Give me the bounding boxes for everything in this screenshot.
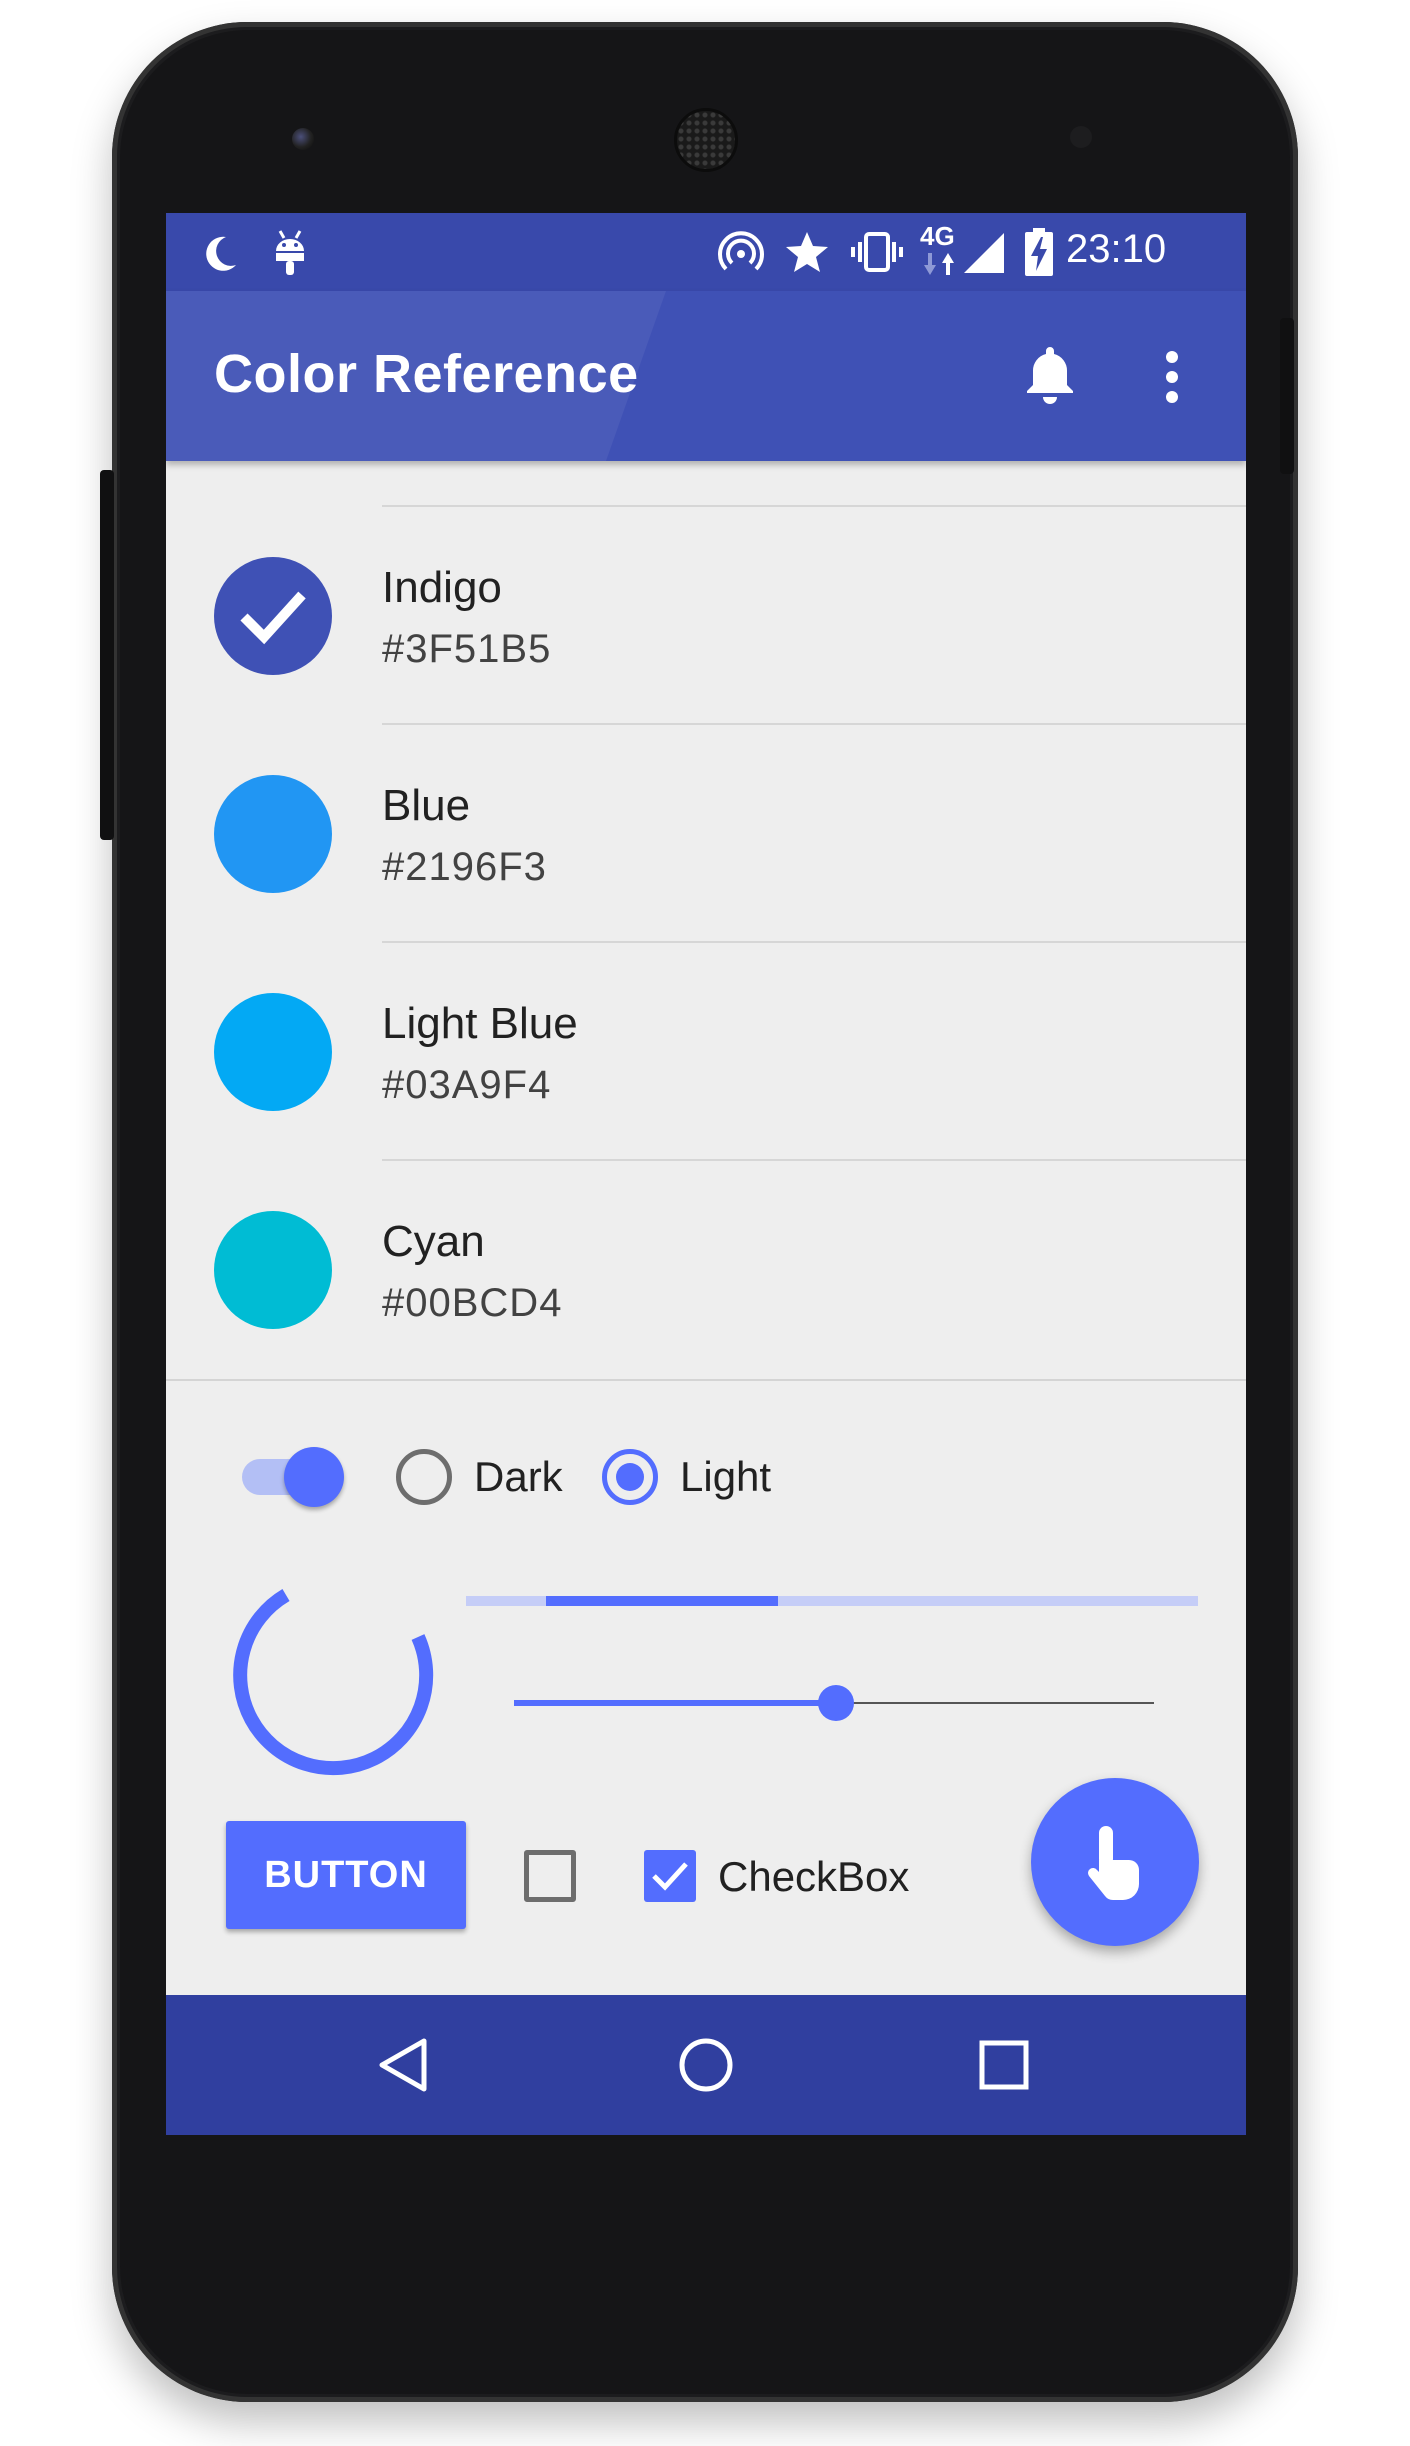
controls-divider	[166, 1379, 1246, 1381]
color-name: Light Blue	[382, 999, 578, 1048]
radio-dark[interactable]	[396, 1449, 452, 1505]
power-button	[1280, 318, 1294, 474]
vibrate-icon	[851, 232, 903, 272]
color-hex: #00BCD4	[382, 1281, 563, 1325]
recents-icon[interactable]	[978, 2039, 1030, 2091]
status-time: 23:10	[1066, 227, 1167, 271]
list-item-cyan[interactable]: Cyan #00BCD4	[166, 1161, 1246, 1379]
list-item-blue[interactable]: Blue #2196F3	[166, 725, 1246, 943]
check-icon	[652, 1862, 688, 1891]
linear-progress-bar	[546, 1596, 778, 1606]
checkbox-label: CheckBox	[718, 1853, 910, 1900]
signal-icon	[964, 233, 1004, 273]
moon-icon	[206, 236, 236, 271]
color-name: Blue	[382, 781, 471, 830]
theme-switch[interactable]	[242, 1445, 346, 1509]
color-name: Cyan	[382, 1217, 485, 1266]
color-swatch	[214, 775, 332, 893]
color-hex: #03A9F4	[382, 1063, 552, 1107]
radio-light-dot	[616, 1463, 644, 1491]
app-bar: Color Reference	[166, 291, 1246, 461]
color-name: Indigo	[382, 563, 502, 612]
color-hex: #3F51B5	[382, 627, 552, 671]
data-arrows-icon	[924, 253, 954, 275]
network-type: 4G	[920, 221, 955, 251]
volume-button	[100, 470, 114, 840]
android-icon	[276, 230, 304, 275]
screen: 4G 23:10 Color Reference Indigo #3F51B5 …	[166, 213, 1246, 2135]
earpiece-speaker	[674, 108, 738, 172]
touch-icon	[1088, 1826, 1139, 1900]
radio-dark-label: Dark	[474, 1453, 563, 1500]
radio-light-label: Light	[680, 1453, 772, 1500]
seekbar-thumb[interactable]	[818, 1685, 854, 1721]
front-camera	[292, 128, 314, 150]
check-icon	[240, 591, 306, 645]
checkbox-unchecked[interactable]	[524, 1850, 576, 1902]
hotspot-icon	[718, 231, 764, 271]
home-icon[interactable]	[676, 2035, 736, 2095]
color-swatch	[214, 993, 332, 1111]
switch-thumb	[284, 1447, 344, 1507]
circular-progress	[233, 1588, 434, 1776]
fab-touch[interactable]	[1031, 1778, 1199, 1946]
back-icon[interactable]	[376, 2035, 432, 2095]
radio-light[interactable]	[602, 1449, 658, 1505]
bell-icon[interactable]	[1022, 343, 1078, 405]
color-hex: #2196F3	[382, 845, 547, 889]
color-swatch	[214, 1211, 332, 1329]
app-title: Color Reference	[214, 344, 639, 404]
proximity-sensor	[1070, 126, 1092, 148]
navigation-bar	[166, 1995, 1246, 2135]
status-bar: 4G 23:10	[166, 213, 1246, 291]
battery-charging-icon	[1025, 228, 1053, 276]
color-list: Indigo #3F51B5 Blue #2196F3 Light Blue #…	[166, 461, 1246, 1331]
primary-button[interactable]: BUTTON	[226, 1821, 466, 1929]
list-item-indigo[interactable]: Indigo #3F51B5	[166, 507, 1246, 725]
seekbar[interactable]	[514, 1683, 1154, 1723]
checkbox-checked[interactable]	[644, 1850, 696, 1902]
overflow-menu-icon[interactable]	[1162, 349, 1182, 405]
seekbar-fill	[514, 1700, 836, 1706]
list-item-light-blue[interactable]: Light Blue #03A9F4	[166, 943, 1246, 1161]
star-icon	[786, 232, 828, 272]
color-swatch	[214, 557, 332, 675]
